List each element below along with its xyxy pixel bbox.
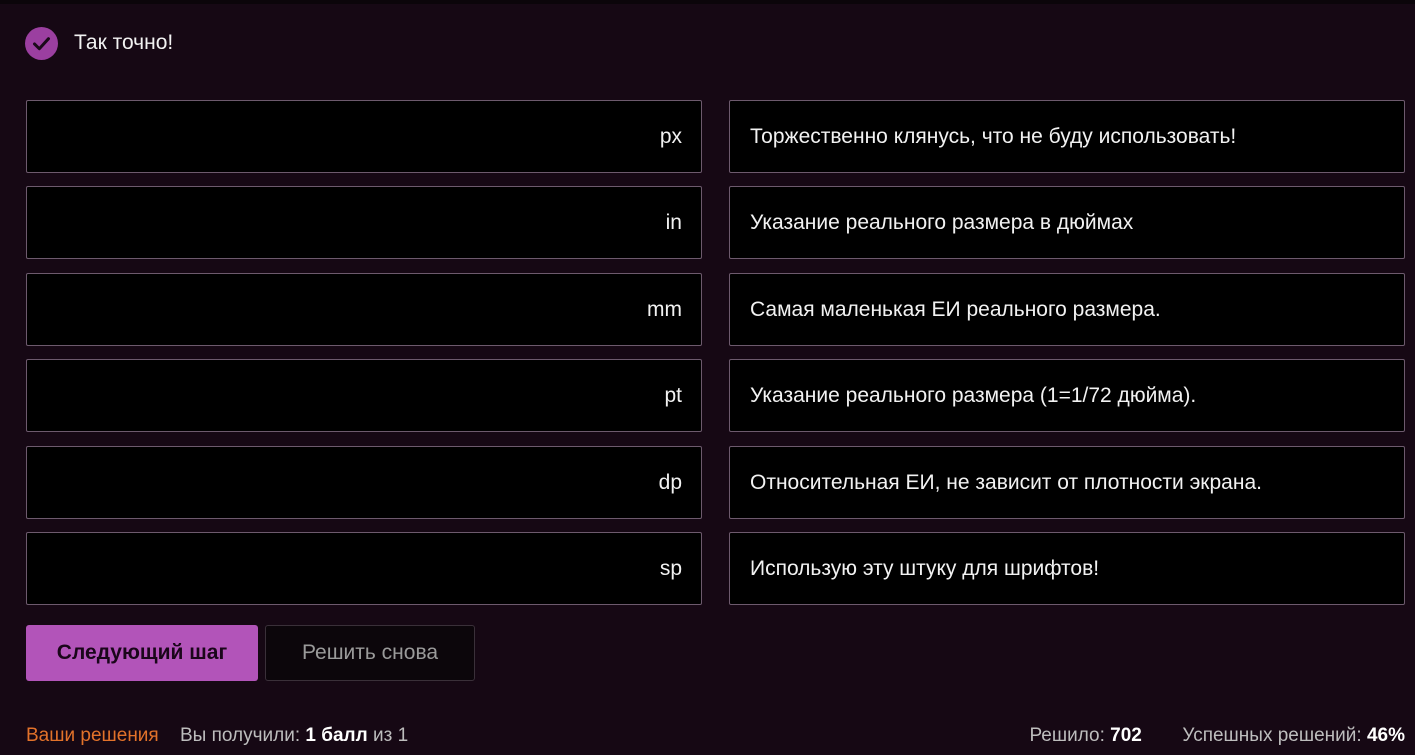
score-value: 1 балл — [305, 725, 368, 746]
definition-text: Торжественно клянусь, что не буду исполь… — [729, 100, 1405, 173]
match-row: sp Использую эту штуку для шрифтов! — [26, 532, 1405, 605]
term-option[interactable]: dp — [26, 446, 702, 519]
solved-count: 702 — [1110, 725, 1142, 746]
top-strip — [0, 0, 1415, 4]
match-row: px Торжественно клянусь, что не буду исп… — [26, 100, 1405, 173]
match-row: mm Самая маленькая ЕИ реального размера. — [26, 273, 1405, 346]
definition-text: Указание реального размера (1=1/72 дюйма… — [729, 359, 1405, 432]
match-row: in Указание реального размера в дюймах — [26, 186, 1405, 259]
feedback-message: Так точно! — [74, 31, 174, 54]
term-option[interactable]: sp — [26, 532, 702, 605]
term-option[interactable]: in — [26, 186, 702, 259]
score-suffix: из 1 — [372, 725, 409, 746]
score-prefix: Вы получили: — [180, 725, 301, 746]
term-option[interactable]: mm — [26, 273, 702, 346]
footer-stats: Решило: 702 Успешных решений: 46% — [1029, 723, 1405, 749]
solved-label: Решило: — [1029, 725, 1105, 746]
definition-text: Относительная ЕИ, не зависит от плотност… — [729, 446, 1405, 519]
match-row: pt Указание реального размера (1=1/72 дю… — [26, 359, 1405, 432]
footer-score: Ваши решения Вы получили: 1 балл из 1 — [26, 723, 408, 749]
term-option[interactable]: px — [26, 100, 702, 173]
success-label: Успешных решений: — [1182, 725, 1362, 746]
success-rate: 46% — [1366, 725, 1405, 746]
solve-again-button[interactable]: Решить снова — [265, 625, 475, 681]
term-option[interactable]: pt — [26, 359, 702, 432]
definition-text: Указание реального размера в дюймах — [729, 186, 1405, 259]
check-icon — [25, 26, 58, 60]
definition-text: Использую эту штуку для шрифтов! — [729, 532, 1405, 605]
definition-text: Самая маленькая ЕИ реального размера. — [729, 273, 1405, 346]
your-solutions-link[interactable]: Ваши решения — [26, 725, 159, 746]
feedback-banner: Так точно! — [25, 26, 173, 60]
next-step-button[interactable]: Следующий шаг — [26, 625, 258, 681]
match-row: dp Относительная ЕИ, не зависит от плотн… — [26, 446, 1405, 519]
